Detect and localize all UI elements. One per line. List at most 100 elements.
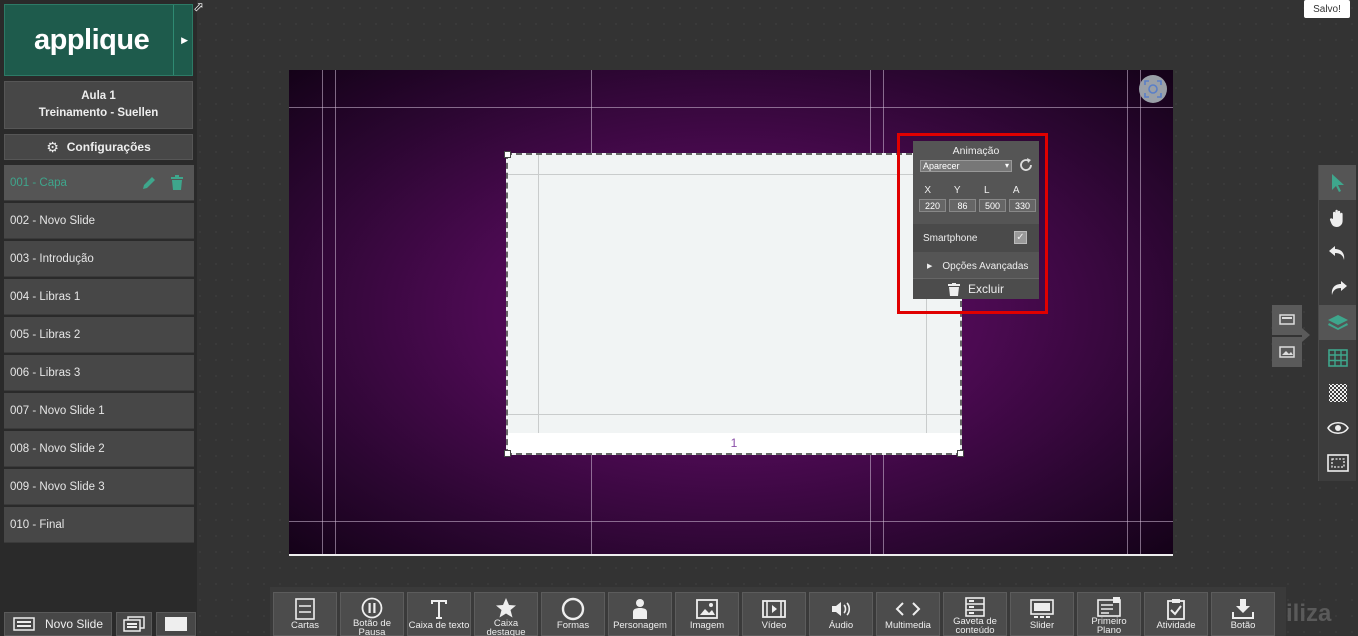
brand-mark-icon: ⬀ — [193, 0, 204, 14]
tool-audio[interactable]: Áudio — [809, 592, 873, 636]
slide-label: 008 - Novo Slide 2 — [10, 442, 105, 455]
slide-label: 005 - Libras 2 — [10, 328, 81, 341]
x-label: X — [924, 185, 932, 196]
clipboard-check-icon — [1166, 597, 1186, 621]
x-input[interactable]: 220 — [919, 199, 946, 212]
element-toolbar: Cartas Botão de Pausa Caixa de texto Cai… — [270, 587, 1286, 636]
slide-item[interactable]: 005 - Libras 2 — [4, 317, 194, 353]
slide-label: 003 - Introdução — [10, 252, 94, 265]
slide-item[interactable]: 009 - Novo Slide 3 — [4, 469, 194, 505]
slide-label: 001 - Capa — [10, 176, 67, 189]
slide-item[interactable]: 002 - Novo Slide — [4, 203, 194, 239]
refresh-icon[interactable] — [1018, 157, 1034, 173]
settings-label: Configurações — [66, 140, 151, 154]
tool-text-box[interactable]: Caixa de texto — [407, 592, 471, 636]
tool-highlight-box[interactable]: Caixa destaque — [474, 592, 538, 636]
tool-slider[interactable]: Slider — [1010, 592, 1074, 636]
y-input[interactable]: 86 — [949, 199, 976, 212]
expand-menu-icon[interactable]: ▶ — [181, 35, 188, 46]
resize-handle[interactable] — [957, 450, 964, 457]
delete-element-button[interactable]: Excluir — [913, 278, 1039, 299]
speaker-icon — [830, 597, 852, 621]
guide-line — [335, 70, 336, 554]
trash-icon — [947, 282, 960, 296]
slide-item[interactable]: 004 - Libras 1 — [4, 279, 194, 315]
circle-icon — [561, 597, 585, 621]
animation-select[interactable]: Aparecer ▾ — [920, 160, 1012, 172]
trash-icon[interactable] — [168, 174, 186, 192]
blank-slide-button[interactable] — [156, 612, 196, 636]
tool-cards[interactable]: Cartas — [273, 592, 337, 636]
width-input[interactable]: 500 — [979, 199, 1006, 212]
advanced-options-toggle[interactable]: ▶ Opções Avançadas — [913, 257, 1039, 275]
height-input[interactable]: 330 — [1009, 199, 1036, 212]
desktop-view-button[interactable] — [1272, 305, 1302, 335]
brand-logo[interactable]: applique ⬀ ▶ — [4, 0, 204, 76]
tool-video[interactable]: Vídeo — [742, 592, 806, 636]
focus-view-icon[interactable] — [1139, 75, 1167, 103]
slide-icon — [13, 617, 35, 631]
slide-item[interactable]: 003 - Introdução — [4, 241, 194, 277]
frame-icon — [1326, 453, 1349, 472]
grid-tool[interactable] — [1319, 340, 1356, 375]
smartphone-checkbox[interactable]: ✓ — [1014, 231, 1027, 244]
tool-multimedia[interactable]: Multimedia — [876, 592, 940, 636]
selected-card-element[interactable]: 1 — [504, 151, 964, 457]
duplicate-slide-button[interactable] — [116, 612, 152, 636]
tool-label: Personagem — [613, 620, 667, 631]
slide-label: 002 - Novo Slide — [10, 214, 96, 227]
safe-area-tool[interactable] — [1319, 445, 1356, 480]
guide-line — [1127, 70, 1128, 554]
tool-label: Vídeo — [761, 620, 787, 631]
slide-item[interactable]: 006 - Libras 3 — [4, 355, 194, 391]
tool-foreground[interactable]: Primeiro Plano — [1077, 592, 1141, 636]
tool-content-drawer[interactable]: Gaveta de conteúdo — [943, 592, 1007, 636]
chevron-down-icon: ▾ — [1004, 161, 1009, 170]
resize-handle[interactable] — [504, 450, 511, 457]
new-slide-label: Novo Slide — [44, 617, 104, 631]
logo-divider — [173, 5, 174, 75]
slide-item[interactable]: 010 - Final — [4, 507, 194, 543]
person-icon — [631, 597, 649, 621]
undo-button[interactable] — [1319, 235, 1356, 270]
slide-label: 004 - Libras 1 — [10, 290, 81, 303]
tool-activity[interactable]: Atividade — [1144, 592, 1208, 636]
tool-image[interactable]: Imagem — [675, 592, 739, 636]
settings-button[interactable]: ⚙ Configurações — [4, 134, 193, 160]
transparency-tool[interactable] — [1319, 375, 1356, 410]
slide-item[interactable]: 007 - Novo Slide 1 — [4, 393, 194, 429]
slide-item[interactable]: 008 - Novo Slide 2 — [4, 431, 194, 467]
watermark-logo: iliza — [1286, 600, 1332, 627]
layers-tool[interactable] — [1319, 305, 1356, 340]
redo-icon — [1331, 280, 1347, 295]
brand-name: applique — [34, 23, 150, 56]
select-tool[interactable] — [1319, 165, 1356, 200]
text-icon — [429, 597, 449, 621]
eye-icon — [1326, 421, 1349, 434]
animation-title: Animação — [952, 145, 1000, 157]
redo-button[interactable] — [1319, 270, 1356, 305]
slide-label: 007 - Novo Slide 1 — [10, 404, 105, 417]
resize-handle[interactable] — [504, 151, 511, 158]
slide-item[interactable]: 001 - Capa — [4, 165, 194, 201]
tool-label: Botão — [1230, 620, 1256, 631]
image-view-button[interactable] — [1272, 337, 1302, 367]
pan-tool[interactable] — [1319, 200, 1356, 235]
coordinate-inputs: 220 86 500 330 — [919, 199, 1036, 212]
tool-button[interactable]: Botão — [1211, 592, 1275, 636]
new-slide-button[interactable]: Novo Slide — [4, 612, 112, 636]
tool-label: Atividade — [1156, 620, 1196, 631]
tool-character[interactable]: Personagem — [608, 592, 672, 636]
tool-pause-button[interactable]: Botão de Pausa — [340, 592, 404, 636]
blank-slide-icon — [165, 617, 187, 631]
gear-icon: ⚙ — [46, 138, 59, 155]
advanced-options-label: Opções Avançadas — [942, 260, 1029, 272]
chevron-right-icon: ▶ — [927, 263, 933, 270]
tool-label: Áudio — [828, 620, 854, 631]
tool-shapes[interactable]: Formas — [541, 592, 605, 636]
grid-icon — [1327, 348, 1348, 367]
preview-tool[interactable] — [1319, 410, 1356, 445]
tool-label: Caixa destaque — [486, 618, 526, 636]
film-icon — [762, 597, 786, 621]
edit-pencil-icon[interactable] — [140, 174, 158, 192]
